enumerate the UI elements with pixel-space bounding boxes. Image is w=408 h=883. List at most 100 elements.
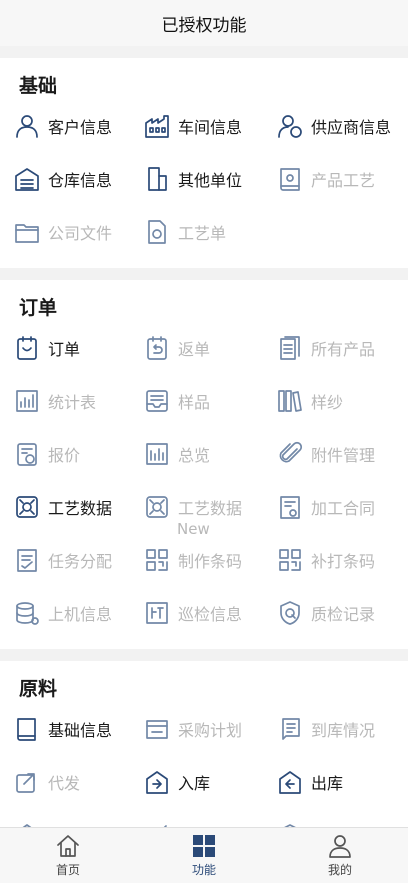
feature-list[interactable]: 基础 客户信息 车间信息 供应商信息仓库信息 其他单位 产品工艺公司文件 工艺单 订单 订… (0, 46, 408, 828)
feature-item[interactable]: 加工合同 (277, 480, 408, 533)
feature-label: 样品 (178, 392, 211, 412)
feature-item[interactable]: 供应商信息 (277, 99, 408, 152)
book-icon (14, 716, 40, 742)
feature-item[interactable]: 入库 (144, 755, 277, 808)
feature-label: 所有产品 (311, 339, 376, 359)
feature-item[interactable]: 基础信息 (14, 702, 144, 755)
stock-in-icon (144, 769, 170, 795)
feature-item[interactable]: 所有产品 (277, 321, 408, 374)
section-title: 原料 (19, 678, 58, 700)
feature-label: 制作条码 (178, 551, 243, 571)
feature-label: 加工合同 (311, 498, 376, 518)
feature-item[interactable]: 仓库信息 (14, 152, 144, 205)
process-data-icon (14, 494, 40, 520)
feature-item[interactable]: 到库情况 (277, 702, 408, 755)
overview-icon (144, 441, 170, 467)
feature-label: 到库情况 (311, 720, 376, 740)
feature-label: 样纱 (311, 392, 344, 412)
page-title: 已授权功能 (161, 15, 247, 36)
feature-item[interactable]: 补打条码 (277, 533, 408, 586)
qrcode-icon (144, 547, 170, 573)
feature-item[interactable]: 工艺单 (144, 205, 277, 258)
feature-label: 补打条码 (311, 551, 376, 571)
feature-label: 工艺数据 (48, 498, 113, 518)
tab-label: 首页 (55, 863, 80, 877)
feature-item[interactable]: 任务分配 (14, 533, 144, 586)
section-title: 订单 (19, 297, 58, 319)
gear-doc-icon (144, 219, 170, 245)
page-header: 已授权功能 (0, 0, 408, 46)
feature-item[interactable]: 倒纱 (277, 808, 408, 828)
feature-item[interactable]: 调拨 (14, 808, 144, 828)
feature-item[interactable]: 出库 (277, 755, 408, 808)
process-book-icon (277, 166, 303, 192)
supplier-icon (277, 113, 303, 139)
tab-label: 我的 (327, 863, 352, 877)
arrival-icon (277, 716, 303, 742)
tab-bar: 首页 功能 我的 (0, 827, 408, 883)
bom-icon (144, 716, 170, 742)
tab-home[interactable]: 首页 (0, 828, 136, 883)
feature-label: 采购计划 (178, 720, 243, 740)
process-data-icon (144, 494, 170, 520)
feature-item[interactable]: 车间信息 (144, 99, 277, 152)
yarn-icon (277, 388, 303, 414)
feature-item[interactable]: 报价 (14, 427, 144, 480)
feature-item[interactable]: 返单 (144, 321, 277, 374)
feature-item[interactable]: 工艺数据 (14, 480, 144, 533)
factory-icon (144, 113, 170, 139)
task-icon (14, 547, 40, 573)
feature-item[interactable]: 产品工艺 (277, 152, 408, 205)
feature-item[interactable]: 样品 (144, 374, 277, 427)
tab-features[interactable]: 功能 (136, 828, 272, 883)
folder-icon (14, 219, 40, 245)
feature-label: 供应商信息 (311, 117, 392, 137)
feature-label: 车间信息 (178, 117, 243, 137)
feature-label: 客户信息 (48, 117, 113, 137)
feature-label: 返单 (178, 339, 211, 359)
chart-icon (14, 388, 40, 414)
order-icon (14, 335, 40, 361)
feature-item[interactable]: 工艺数据 (144, 480, 277, 533)
feature-label: 代发 (48, 773, 81, 793)
feature-item[interactable]: 客户信息 (14, 99, 144, 152)
feature-item[interactable]: 订单 (14, 321, 144, 374)
feature-item[interactable]: 制作条码 (144, 533, 277, 586)
feature-label: 巡检信息 (178, 604, 243, 624)
feature-label: 基础信息 (48, 720, 113, 740)
feature-label: 附件管理 (311, 445, 376, 465)
shield-icon (277, 600, 303, 626)
feature-item[interactable]: 巡检信息 (144, 586, 277, 639)
feature-label: 工艺单 (178, 223, 227, 243)
quote-icon (14, 441, 40, 467)
feature-label: 其他单位 (178, 170, 243, 190)
section-title: 基础 (19, 75, 58, 97)
feature-item[interactable]: 采购计划 (144, 702, 277, 755)
feature-item[interactable]: 统计表 (14, 374, 144, 427)
feature-item[interactable]: 公司文件 (14, 205, 144, 258)
warehouse-icon (14, 166, 40, 192)
tab-me[interactable]: 我的 (272, 828, 408, 883)
feature-label: 质检记录 (311, 604, 376, 624)
feature-item[interactable]: 总览 (144, 427, 277, 480)
feature-item[interactable]: 上机信息 (14, 586, 144, 639)
contract-icon (277, 494, 303, 520)
feature-item[interactable]: 质检记录 (277, 586, 408, 639)
feature-label: 上机信息 (48, 604, 113, 624)
feature-item[interactable]: 其他单位 (144, 152, 277, 205)
section-material: 原料 基础信息 采购计划 到库情况代发 入库 出库调拨染色倒纱 (0, 661, 408, 828)
feature-item[interactable]: 附件管理 (277, 427, 408, 480)
section-basic: 基础 客户信息 车间信息 供应商信息仓库信息 其他单位 产品工艺公司文件 工艺单 (0, 58, 408, 268)
feature-label: 公司文件 (48, 223, 113, 243)
building-icon (144, 166, 170, 192)
return-order-icon (144, 335, 170, 361)
feature-item[interactable]: 代发 (14, 755, 144, 808)
feature-label: 统计表 (48, 392, 97, 412)
section-order: 订单 订单 返单 所有产品 统计表 样品 样纱 报价 总览 附件管理 工艺数据 工艺数据 加工合同 任务… (0, 280, 408, 649)
person-icon (329, 835, 351, 858)
inspect-icon (144, 600, 170, 626)
feature-item[interactable]: 样纱 (277, 374, 408, 427)
feature-item[interactable]: 染色 (144, 808, 277, 828)
user-icon (14, 113, 40, 139)
feature-label: 产品工艺 (311, 170, 376, 190)
